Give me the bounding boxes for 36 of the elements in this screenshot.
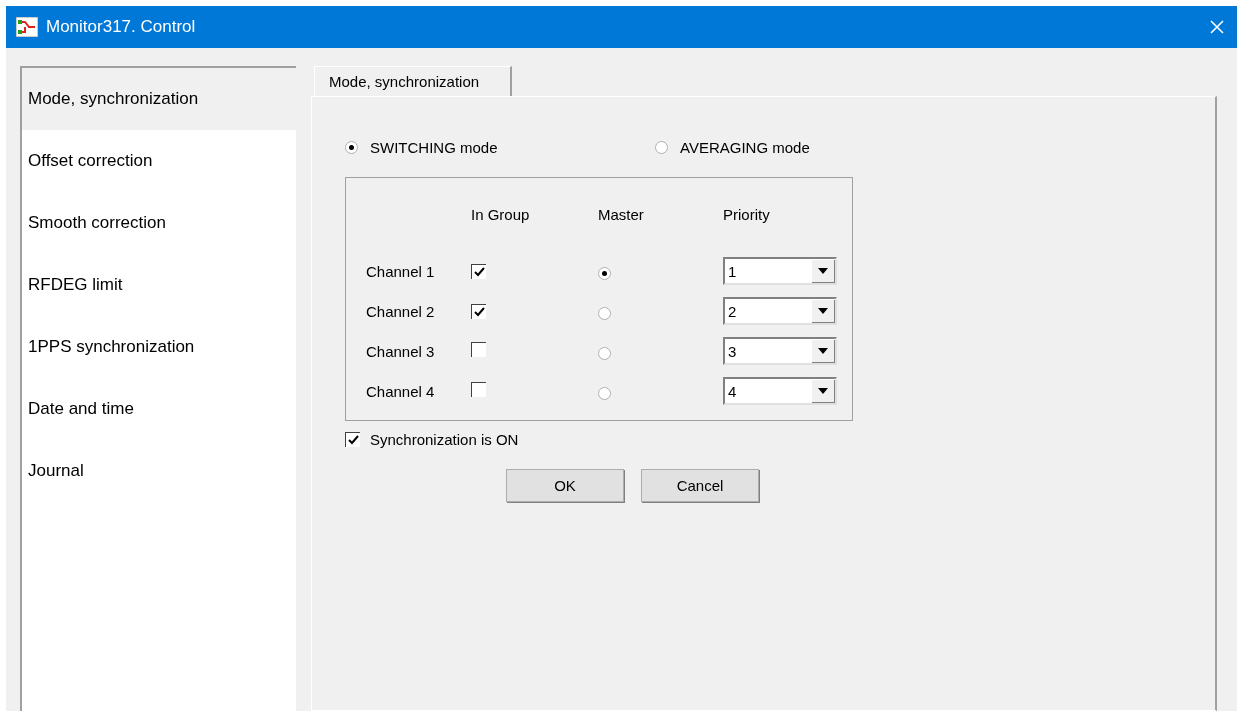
column-header: In Group bbox=[471, 206, 531, 223]
priority-dropdown[interactable]: 3 bbox=[723, 337, 837, 365]
channel-label: Channel 2 bbox=[366, 302, 436, 320]
caret-icon bbox=[818, 267, 828, 274]
checkbox[interactable] bbox=[471, 342, 486, 357]
column-header: Master bbox=[598, 206, 645, 223]
close-icon bbox=[1209, 19, 1225, 35]
caret-icon bbox=[818, 387, 828, 394]
radio-button[interactable] bbox=[598, 307, 611, 320]
channel-label: Channel 4 bbox=[366, 382, 436, 400]
sidebar-item[interactable]: Mode, synchronization bbox=[22, 68, 296, 130]
channel-label: Channel 3 bbox=[366, 342, 436, 360]
radio-button[interactable] bbox=[598, 387, 611, 400]
tab[interactable]: Mode, synchronization bbox=[314, 66, 512, 96]
window-title: Monitor317. Control bbox=[46, 17, 197, 37]
app-icon bbox=[16, 17, 38, 37]
checkbox[interactable] bbox=[471, 303, 486, 319]
checkbox[interactable] bbox=[471, 382, 486, 397]
priority-dropdown[interactable]: 1 bbox=[723, 257, 837, 285]
caret-icon bbox=[818, 307, 828, 314]
radio-button[interactable] bbox=[345, 140, 358, 154]
checkbox[interactable] bbox=[345, 431, 360, 447]
radio-button[interactable] bbox=[598, 347, 611, 360]
dialog-button[interactable]: Cancel bbox=[641, 469, 759, 502]
caret-icon bbox=[818, 347, 828, 354]
dialog-button[interactable]: OK bbox=[506, 469, 624, 502]
radio-label: SWITCHING mode bbox=[370, 138, 498, 156]
priority-dropdown[interactable]: 4 bbox=[723, 377, 837, 405]
checkbox-label: Synchronization is ON bbox=[370, 430, 519, 448]
radio-button[interactable] bbox=[598, 267, 611, 280]
priority-dropdown[interactable]: 2 bbox=[723, 297, 837, 325]
column-header: Priority bbox=[723, 206, 771, 223]
radio-label: AVERAGING mode bbox=[680, 138, 810, 156]
channel-label: Channel 1 bbox=[366, 262, 436, 280]
checkbox[interactable] bbox=[471, 263, 486, 279]
radio-button[interactable] bbox=[655, 140, 668, 154]
